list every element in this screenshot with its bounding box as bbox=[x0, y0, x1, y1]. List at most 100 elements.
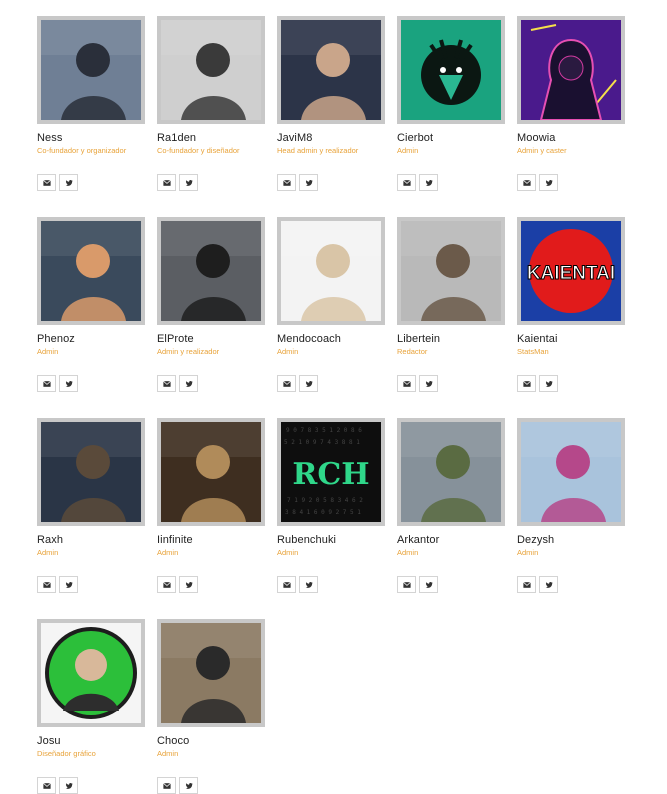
team-member-card: Ness Co-fundador y organizador bbox=[37, 16, 147, 191]
member-role: Co-fundador y organizador bbox=[37, 146, 127, 155]
mail-icon bbox=[42, 179, 51, 187]
twitter-button[interactable] bbox=[419, 375, 438, 392]
twitter-icon bbox=[185, 581, 193, 589]
twitter-button[interactable] bbox=[299, 375, 318, 392]
member-role: Admin bbox=[157, 548, 179, 557]
person-portrait-photo bbox=[157, 217, 265, 325]
mail-button[interactable] bbox=[277, 576, 296, 593]
twitter-button[interactable] bbox=[539, 576, 558, 593]
mail-button[interactable] bbox=[37, 777, 56, 794]
twitter-icon bbox=[65, 380, 73, 388]
mail-button[interactable] bbox=[397, 576, 416, 593]
team-member-card: KAIENTAI Kaientai StatsMan bbox=[517, 217, 627, 392]
mail-icon bbox=[282, 179, 291, 187]
twitter-icon bbox=[545, 380, 553, 388]
twitter-icon bbox=[545, 581, 553, 589]
twitter-button[interactable] bbox=[179, 375, 198, 392]
team-member-card: ElProte Admin y realizador bbox=[157, 217, 267, 392]
mail-button[interactable] bbox=[157, 576, 176, 593]
member-name: Raxh bbox=[37, 534, 64, 546]
svg-text:RCH: RCH bbox=[292, 457, 369, 492]
mail-button[interactable] bbox=[517, 576, 536, 593]
twitter-button[interactable] bbox=[539, 174, 558, 191]
mail-button[interactable] bbox=[157, 777, 176, 794]
mail-button[interactable] bbox=[397, 375, 416, 392]
team-member-card: Ra1den Co-fundador y diseñador bbox=[157, 16, 267, 191]
mail-button[interactable] bbox=[37, 375, 56, 392]
mail-icon bbox=[42, 380, 51, 388]
team-member-card: Moowia Admin y caster bbox=[517, 16, 627, 191]
member-role: Admin bbox=[157, 749, 179, 758]
social-links bbox=[517, 174, 558, 191]
mail-icon bbox=[42, 581, 51, 589]
mail-button[interactable] bbox=[397, 174, 416, 191]
social-links bbox=[157, 777, 198, 794]
twitter-icon bbox=[65, 581, 73, 589]
person-fountain-photo bbox=[397, 418, 505, 526]
member-name: Dezysh bbox=[517, 534, 555, 546]
twitter-button[interactable] bbox=[299, 174, 318, 191]
member-role: Redactor bbox=[397, 347, 428, 356]
member-name: Libertein bbox=[397, 333, 441, 345]
mail-icon bbox=[402, 380, 411, 388]
twitter-button[interactable] bbox=[59, 375, 78, 392]
mail-icon bbox=[42, 782, 51, 790]
twitter-button[interactable] bbox=[179, 174, 198, 191]
twitter-icon bbox=[425, 380, 433, 388]
camera-photographer-photo bbox=[157, 619, 265, 727]
social-links bbox=[277, 174, 318, 191]
social-links bbox=[517, 576, 558, 593]
mail-button[interactable] bbox=[277, 375, 296, 392]
kaientai-logo: KAIENTAI bbox=[517, 217, 625, 325]
team-member-card: Josu Diseñador gráfico bbox=[37, 619, 147, 794]
member-name: Choco bbox=[157, 735, 190, 747]
team-grid: Ness Co-fundador y organizador Ra1den Co… bbox=[0, 0, 667, 794]
member-name: Iinfinite bbox=[157, 534, 193, 546]
mail-icon bbox=[522, 380, 531, 388]
twitter-button[interactable] bbox=[179, 777, 198, 794]
team-member-card: Mendocoach Admin bbox=[277, 217, 387, 392]
svg-text:5 2 1 0 9 7 4 3 8 8 1: 5 2 1 0 9 7 4 3 8 8 1 bbox=[284, 439, 360, 446]
member-name: Cierbot bbox=[397, 132, 434, 144]
mail-button[interactable] bbox=[517, 174, 536, 191]
rch-graffiti-logo: 9 0 7 8 3 5 1 2 0 8 6 5 2 1 0 9 7 4 3 8 8… bbox=[277, 418, 385, 526]
mail-button[interactable] bbox=[157, 174, 176, 191]
member-role: Head admin y realizador bbox=[277, 146, 359, 155]
member-role: Admin bbox=[397, 548, 419, 557]
member-role: Admin bbox=[37, 548, 59, 557]
mail-icon bbox=[162, 782, 171, 790]
twitter-button[interactable] bbox=[419, 576, 438, 593]
team-member-card: Choco Admin bbox=[157, 619, 267, 794]
twitter-button[interactable] bbox=[179, 576, 198, 593]
twitter-button[interactable] bbox=[419, 174, 438, 191]
mail-button[interactable] bbox=[277, 174, 296, 191]
mail-button[interactable] bbox=[157, 375, 176, 392]
member-name: JaviM8 bbox=[277, 132, 313, 144]
member-name: Phenoz bbox=[37, 333, 75, 345]
twitter-button[interactable] bbox=[59, 777, 78, 794]
mail-button[interactable] bbox=[37, 174, 56, 191]
mail-icon bbox=[162, 380, 171, 388]
twitter-icon bbox=[185, 782, 193, 790]
twitter-button[interactable] bbox=[539, 375, 558, 392]
mail-button[interactable] bbox=[37, 576, 56, 593]
twitter-icon bbox=[185, 179, 193, 187]
member-name: Kaientai bbox=[517, 333, 558, 345]
twitter-icon bbox=[65, 179, 73, 187]
social-links bbox=[277, 375, 318, 392]
member-role: Admin bbox=[277, 548, 299, 557]
social-links bbox=[37, 777, 78, 794]
member-name: Mendocoach bbox=[277, 333, 341, 345]
twitter-icon bbox=[425, 179, 433, 187]
member-role: Admin y realizador bbox=[157, 347, 220, 356]
twitter-button[interactable] bbox=[59, 174, 78, 191]
lan-party-photo bbox=[157, 418, 265, 526]
member-name: ElProte bbox=[157, 333, 194, 345]
social-links bbox=[397, 375, 438, 392]
member-name: Josu bbox=[37, 735, 61, 747]
twitter-button[interactable] bbox=[299, 576, 318, 593]
mail-button[interactable] bbox=[517, 375, 536, 392]
team-member-card: Arkantor Admin bbox=[397, 418, 507, 593]
team-member-card: Dezysh Admin bbox=[517, 418, 627, 593]
twitter-button[interactable] bbox=[59, 576, 78, 593]
